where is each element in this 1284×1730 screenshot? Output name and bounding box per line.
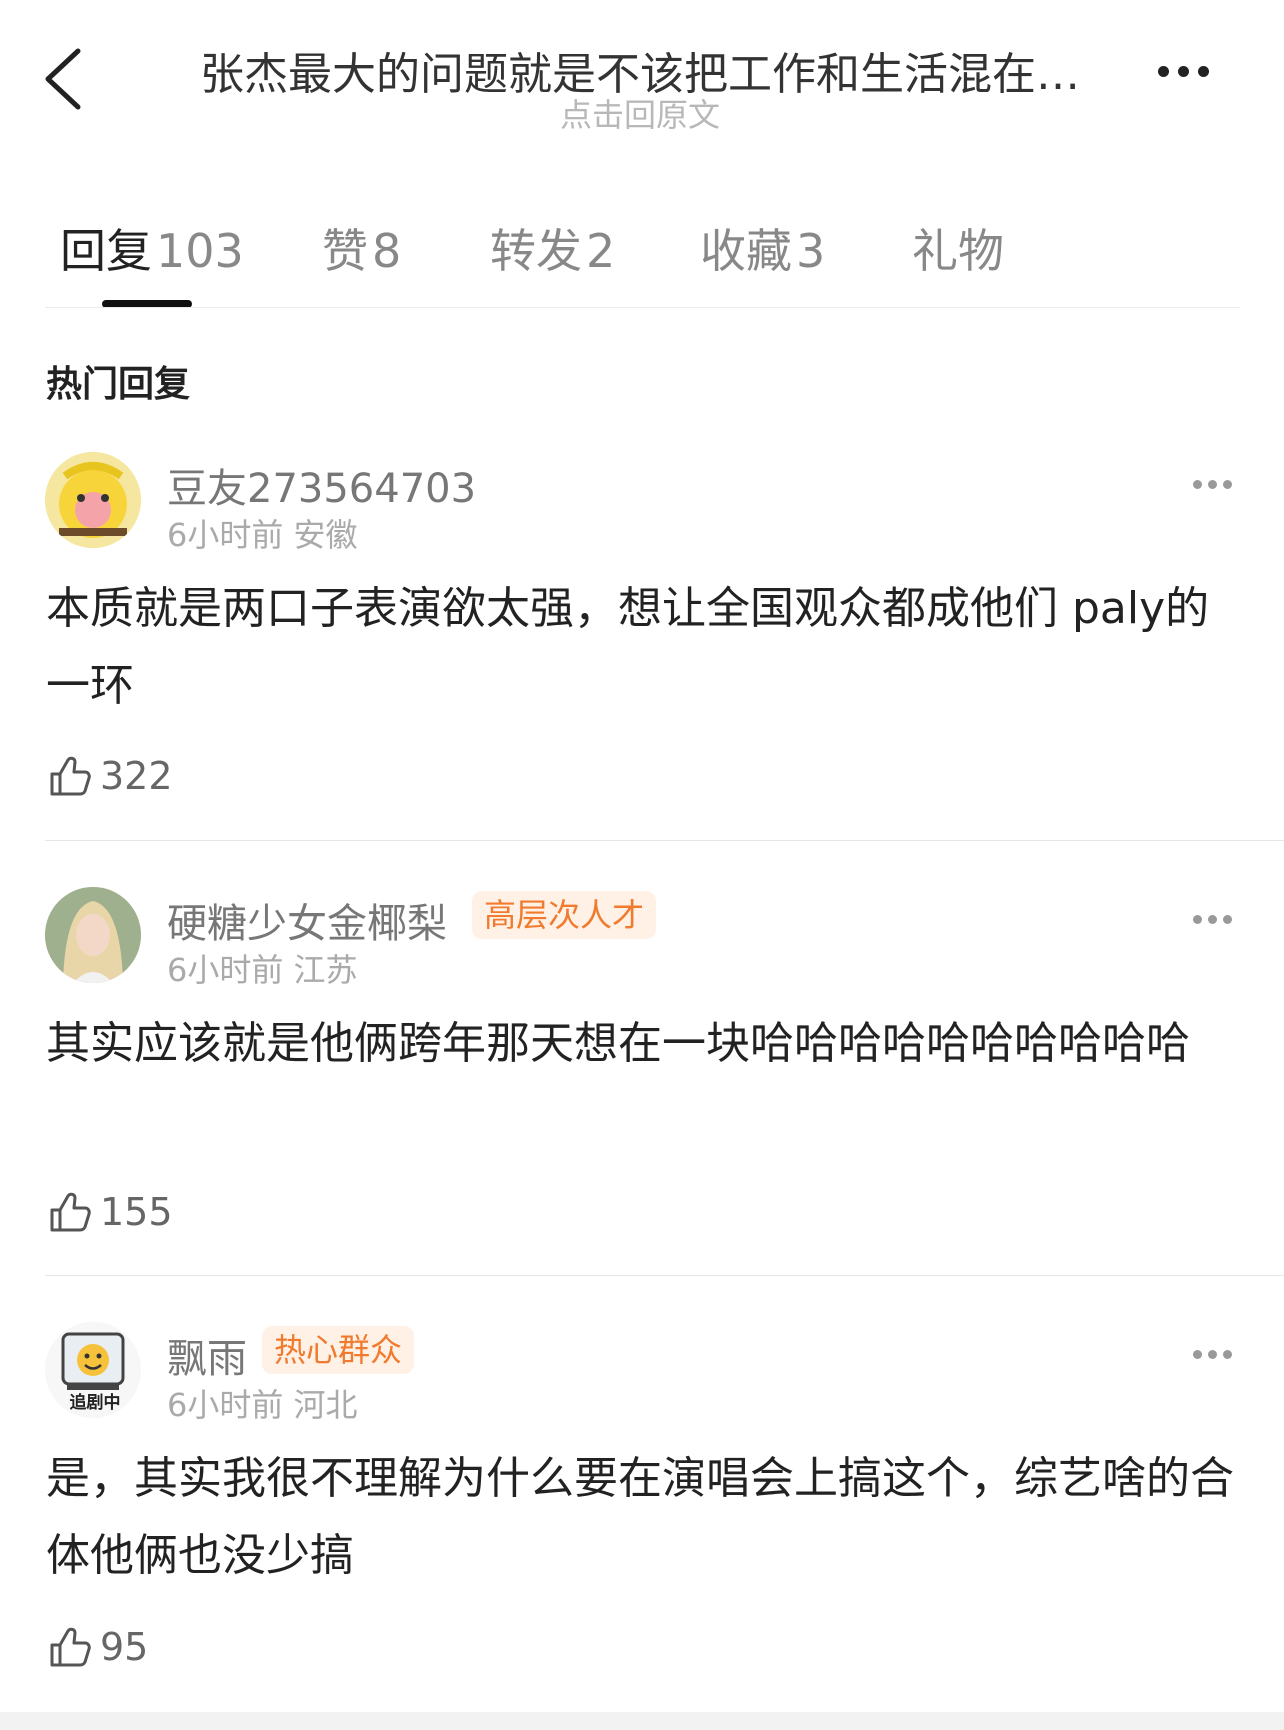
back-to-original-link[interactable]: 点击回原文	[150, 90, 1130, 136]
comment-divider	[45, 1275, 1284, 1276]
username[interactable]: 飘雨	[167, 1326, 247, 1384]
tab-count: 8	[372, 224, 402, 278]
tab-label: 转发	[490, 224, 582, 278]
chevron-left-icon	[45, 48, 81, 110]
comment-text: 其实应该就是他俩跨年那天想在一块哈哈哈哈哈哈哈哈哈哈	[46, 1018, 1190, 1069]
tab-replies[interactable]: 回复103	[60, 215, 244, 281]
comment-divider	[45, 840, 1284, 841]
bottom-bar	[0, 1712, 1284, 1730]
tab-reposts[interactable]: 转发2	[490, 215, 615, 281]
tab-label: 礼物	[912, 224, 1004, 278]
tab-count: 2	[586, 224, 616, 278]
comment-meta: 6小时前 安徽	[167, 516, 358, 554]
tab-label: 收藏	[700, 224, 792, 278]
back-button[interactable]	[40, 45, 90, 115]
tab-count: 103	[156, 224, 244, 278]
comment-meta: 6小时前 江苏	[167, 951, 358, 989]
like-count: 155	[100, 1190, 173, 1234]
comment-meta: 6小时前 河北	[167, 1386, 358, 1424]
comment-item: 豆友273564703 6小时前 安徽 本质就是两口子表演欲太强，想让全国观众都…	[0, 452, 1284, 812]
avatar-caption: 追剧中	[69, 1393, 121, 1413]
yellow-plush-avatar-icon[interactable]	[45, 452, 141, 548]
comment-more-button[interactable]	[1193, 474, 1241, 494]
thumbs-up-icon	[50, 1627, 91, 1667]
thumbs-up-icon	[50, 1192, 91, 1232]
username[interactable]: 豆友273564703	[167, 456, 476, 514]
tab-gifts[interactable]: 礼物	[912, 215, 1004, 281]
comment-more-button[interactable]	[1193, 909, 1241, 929]
portrait-avatar-icon[interactable]	[45, 887, 141, 983]
user-badge: 高层次人才	[472, 891, 657, 939]
tab-divider	[45, 307, 1240, 308]
thumbs-up-icon	[50, 756, 91, 796]
like-button[interactable]: 155	[46, 1184, 173, 1240]
comment-item: 追剧中 飘雨 热心群众 6小时前 河北 是，其实我很不理解为什么要在演唱会上搞这…	[0, 1322, 1284, 1692]
like-count: 322	[100, 754, 173, 798]
comment-text: 是，其实我很不理解为什么要在演唱会上搞这个，综艺啥的合体他俩也没少搞	[46, 1453, 1234, 1581]
like-button[interactable]: 95	[46, 1619, 148, 1675]
dot-icon	[1198, 66, 1209, 77]
comment-text: 本质就是两口子表演欲太强，想让全国观众都成他们 paly的一环	[46, 583, 1210, 711]
comment-more-button[interactable]	[1193, 1344, 1241, 1364]
tab-favorites[interactable]: 收藏3	[700, 215, 825, 281]
dot-icon	[1178, 66, 1189, 77]
dot-icon	[1158, 66, 1169, 77]
tv-watching-avatar-icon[interactable]: 追剧中	[45, 1322, 141, 1418]
more-options-button[interactable]	[1158, 62, 1228, 102]
username[interactable]: 硬糖少女金椰梨	[167, 891, 447, 949]
tab-label: 赞	[322, 224, 368, 278]
tab-label: 回复	[60, 224, 152, 278]
like-count: 95	[100, 1625, 149, 1669]
comment-item: 硬糖少女金椰梨 高层次人才 6小时前 江苏 其实应该就是他俩跨年那天想在一块哈哈…	[0, 887, 1284, 1247]
tab-count: 3	[796, 224, 826, 278]
like-button[interactable]: 322	[46, 748, 173, 804]
user-badge: 热心群众	[262, 1326, 415, 1374]
hot-replies-heading: 热门回复	[46, 364, 191, 405]
tab-likes[interactable]: 赞8	[322, 215, 401, 281]
